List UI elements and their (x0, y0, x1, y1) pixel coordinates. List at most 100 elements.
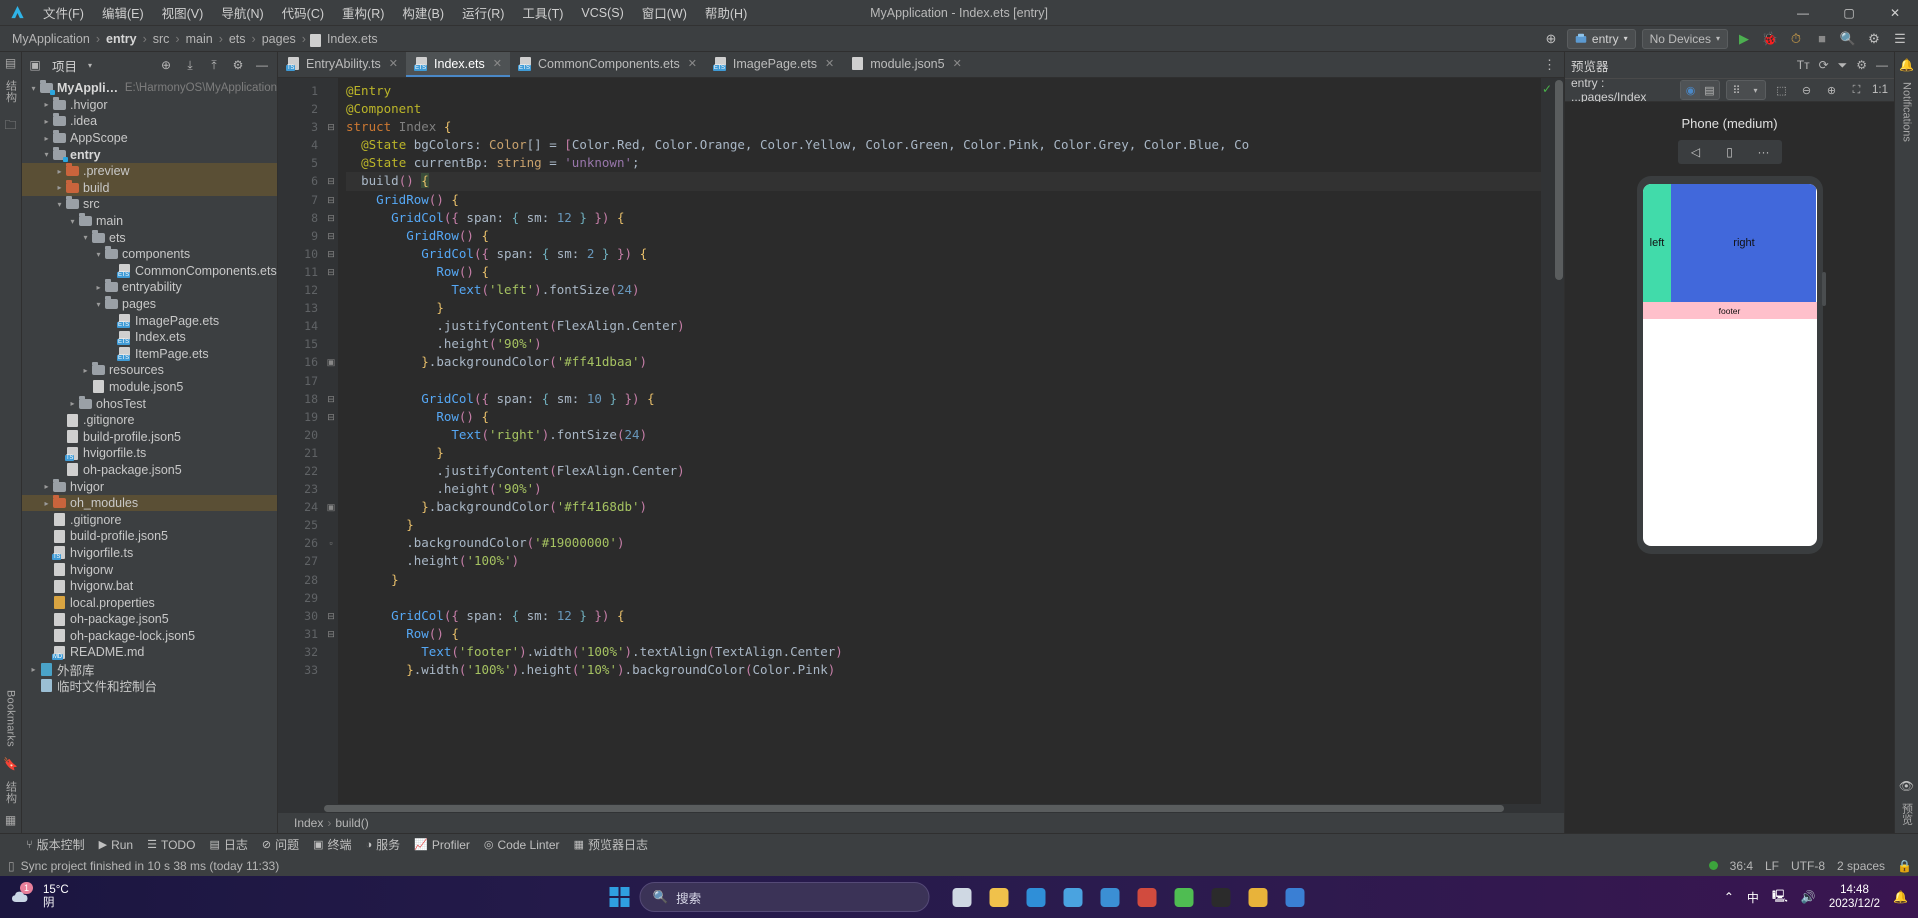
vscode-icon[interactable] (1096, 883, 1124, 911)
tree-item[interactable]: .gitignore (22, 511, 277, 528)
chevron-right-icon[interactable]: ▸ (67, 399, 78, 408)
grid-icon[interactable]: ⠿ (1727, 81, 1746, 99)
editor-tab[interactable]: Index.ets ✕ (406, 52, 510, 77)
project-tool-icon[interactable]: ▤ (5, 56, 16, 70)
rotate-icon[interactable]: ◁ (1680, 142, 1712, 162)
tree-item[interactable]: ▸ AppScope (22, 130, 277, 147)
menu-item-4[interactable]: 代码(C) (273, 0, 333, 25)
tool-window-预览器日志[interactable]: ▦ 预览器日志 (574, 836, 648, 853)
terminal-icon[interactable] (1207, 883, 1235, 911)
tool-window-Code Linter[interactable]: ◎ Code Linter (484, 838, 560, 852)
search-icon[interactable]: 🔍 (1838, 29, 1858, 49)
minimize-button[interactable]: — (1780, 0, 1826, 26)
fit-icon[interactable]: ⛶ (1847, 81, 1866, 99)
fold-marker[interactable]: ▣ (324, 353, 338, 371)
taskbar-clock[interactable]: 14:48 2023/12/2 (1829, 883, 1880, 911)
zoom-in-icon[interactable]: ⊕ (1822, 81, 1841, 99)
editor-tab[interactable]: EntryAbility.ts ✕ (278, 52, 406, 77)
eye-icon[interactable]: 👁 (1899, 779, 1914, 793)
tree-item[interactable]: ImagePage.ets (22, 312, 277, 329)
menu-item-6[interactable]: 构建(B) (393, 0, 453, 25)
close-tab-icon[interactable]: ✕ (389, 57, 398, 70)
folder-icon[interactable]: 🗀 (4, 116, 16, 137)
tree-item[interactable]: ItemPage.ets (22, 346, 277, 363)
chevron-down-icon[interactable]: ▾ (93, 250, 104, 259)
chevron-right-icon[interactable]: ▸ (28, 665, 39, 674)
chevron-right-icon[interactable]: ▸ (80, 366, 91, 375)
breadcrumb-item-6[interactable]: Index.ets (325, 32, 380, 46)
device-selector[interactable]: No Devices ▾ (1641, 28, 1728, 49)
minimize-icon[interactable]: — (1876, 58, 1888, 72)
menu-item-10[interactable]: 窗口(W) (633, 0, 696, 25)
breadcrumb-item-1[interactable]: entry (104, 32, 139, 46)
run-icon[interactable]: ▶ (1734, 29, 1754, 49)
collapse-all-icon[interactable]: ⤒ (205, 56, 223, 74)
fold-marker[interactable]: ▫ (324, 534, 338, 552)
fold-marker[interactable]: ⊟ (324, 118, 338, 136)
file-encoding[interactable]: UTF-8 (1791, 859, 1825, 873)
network-icon[interactable]: 🖳 (1772, 887, 1788, 908)
tree-item[interactable]: ▾ src (22, 196, 277, 213)
edge-icon[interactable] (1022, 883, 1050, 911)
tree-item[interactable]: hvigorw.bat (22, 578, 277, 595)
chevron-down-icon[interactable]: ▾ (80, 233, 91, 242)
wechat-icon[interactable] (1170, 883, 1198, 911)
fold-marker[interactable]: ⊟ (324, 408, 338, 426)
help-icon[interactable]: ☰ (1890, 29, 1910, 49)
editor-tab[interactable]: module.json5 ✕ (842, 52, 970, 77)
target-icon[interactable]: ⊕ (1541, 29, 1561, 49)
project-tree[interactable]: ▾ MyApplication E:\HarmonyOS\MyApplication… (22, 78, 277, 833)
chevron-right-icon[interactable]: ▸ (41, 100, 52, 109)
tool-window-终端[interactable]: ▣ 终端 (313, 836, 351, 853)
chevron-right-icon[interactable]: ▸ (54, 183, 65, 192)
gear-icon[interactable]: ⚙ (1856, 58, 1867, 72)
scrollbar-thumb[interactable] (1555, 80, 1563, 280)
chevron-down-icon[interactable]: ▾ (54, 200, 65, 209)
fold-marker[interactable]: ⊟ (324, 172, 338, 190)
fold-marker[interactable]: ⊟ (324, 245, 338, 263)
frame-icon[interactable]: ⬚ (1772, 81, 1791, 99)
tool-window-Run[interactable]: ▶ Run (99, 838, 133, 852)
tree-item[interactable]: build-profile.json5 (22, 528, 277, 545)
tree-item[interactable]: oh-package.json5 (22, 611, 277, 628)
editor-tab-overflow-icon[interactable]: ⋮ (1543, 52, 1564, 77)
tree-item[interactable]: ▾ pages (22, 296, 277, 313)
breadcrumb-item-5[interactable]: pages (260, 32, 298, 46)
hide-panel-icon[interactable]: — (253, 56, 271, 74)
breadcrumb-item-0[interactable]: MyApplication (10, 32, 92, 46)
breadcrumb-item-struct[interactable]: Index (294, 816, 323, 830)
tree-item[interactable]: ▸ entryability (22, 279, 277, 296)
fold-marker[interactable]: ▣ (324, 498, 338, 516)
caret-position[interactable]: 36:4 (1730, 859, 1753, 873)
tree-item[interactable]: ▸ .idea (22, 113, 277, 130)
tree-item[interactable]: CommonComponents.ets (22, 263, 277, 280)
chevron-right-icon[interactable]: ▸ (54, 167, 65, 176)
tool-window-TODO[interactable]: ☰ TODO (147, 838, 195, 852)
explorer-icon[interactable] (985, 883, 1013, 911)
tool-window-Profiler[interactable]: 📈 Profiler (414, 838, 470, 852)
editor-vertical-scrollbar[interactable] (1553, 78, 1564, 804)
chevron-right-icon[interactable]: ▸ (41, 482, 52, 491)
ime-indicator[interactable]: 中 (1747, 889, 1759, 906)
expand-all-icon[interactable]: ⤓ (181, 56, 199, 74)
run-configuration-selector[interactable]: entry ▾ (1566, 28, 1636, 49)
menu-item-3[interactable]: 导航(N) (212, 0, 272, 25)
close-tab-icon[interactable]: ✕ (953, 57, 962, 70)
weather-widget[interactable]: 1 15°C 阴 (0, 882, 69, 910)
menu-item-0[interactable]: 文件(F) (34, 0, 93, 25)
close-tab-icon[interactable]: ✕ (825, 57, 834, 70)
tree-item[interactable]: ▸ build (22, 179, 277, 197)
fold-marker[interactable]: ⊟ (324, 191, 338, 209)
right-rail-label-notifications[interactable]: Notifications (1901, 82, 1913, 142)
tree-item[interactable]: ▾ components (22, 246, 277, 263)
structure-icon[interactable]: ▦ (5, 813, 16, 827)
chevron-down-icon[interactable]: ▾ (41, 150, 52, 159)
chevron-right-icon[interactable]: ▸ (41, 117, 52, 126)
close-button[interactable]: ✕ (1872, 0, 1918, 26)
tree-item[interactable]: local.properties (22, 594, 277, 611)
chrome-icon[interactable] (1244, 883, 1272, 911)
device-screen[interactable]: left right footer (1642, 184, 1817, 546)
fold-marker[interactable]: ⊟ (324, 227, 338, 245)
tree-item[interactable]: Index.ets (22, 329, 277, 346)
notification-bell-icon[interactable]: 🔔 (1893, 890, 1908, 904)
